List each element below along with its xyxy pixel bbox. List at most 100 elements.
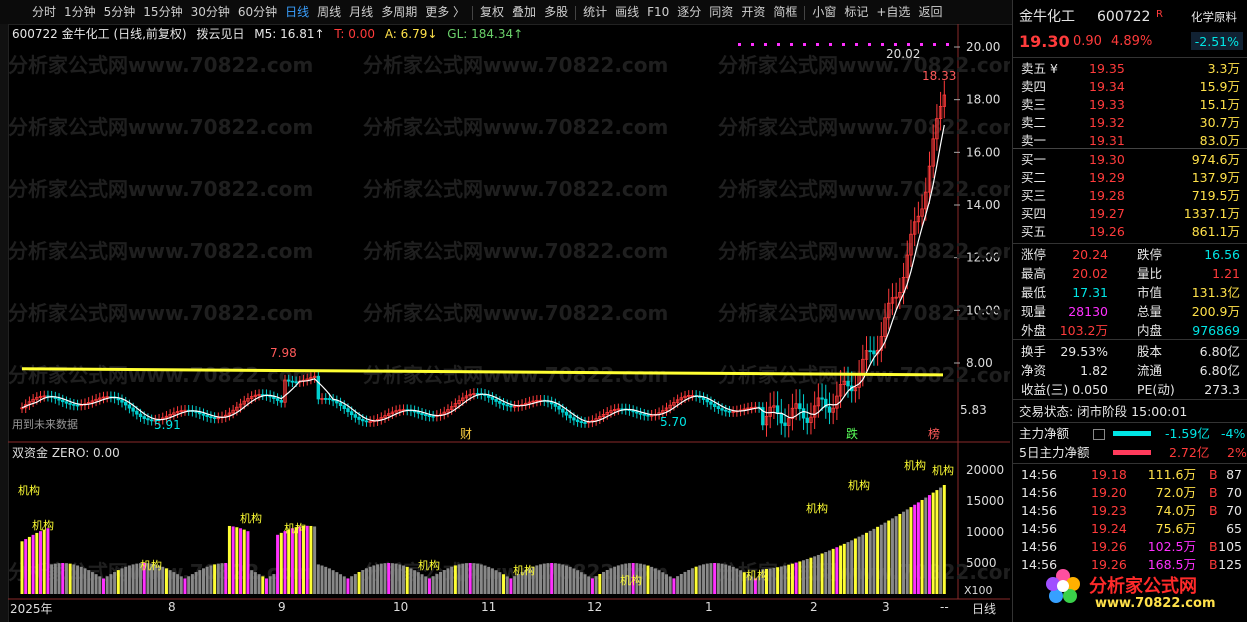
candle-body xyxy=(431,415,435,418)
volume-bar xyxy=(590,578,594,594)
toolbar-item[interactable]: 简框 xyxy=(769,0,801,24)
toolbar-item[interactable]: 画线 xyxy=(611,0,643,24)
volume-bar xyxy=(131,564,135,594)
volume-bar xyxy=(913,504,917,594)
volume-bar xyxy=(816,554,820,594)
candle-body xyxy=(279,400,283,403)
volume-bar xyxy=(316,564,320,594)
volume-bar xyxy=(605,570,609,594)
toolbar-item[interactable]: 逐分 xyxy=(673,0,705,24)
bid-level-label: 买四 xyxy=(1021,206,1047,221)
volume-bar xyxy=(931,492,935,594)
stat-value: 20.02 xyxy=(1072,266,1108,281)
x-axis-dashes: -- xyxy=(940,600,949,614)
volume-bar xyxy=(246,531,250,594)
volume-bar xyxy=(387,563,391,594)
volume-bar xyxy=(135,563,139,594)
volume-bar xyxy=(690,568,694,594)
toolbar-item[interactable]: 多周期 xyxy=(377,0,421,24)
toolbar-item[interactable]: 开资 xyxy=(737,0,769,24)
candle-body xyxy=(872,350,876,355)
toolbar-item[interactable]: 统计 xyxy=(579,0,611,24)
volume-bar xyxy=(550,563,554,594)
volume-bar xyxy=(379,563,383,594)
volume-bar xyxy=(483,565,487,594)
x-axis-label: 9 xyxy=(278,600,286,614)
volume-bar xyxy=(279,532,283,594)
main-flow-pct: -4% xyxy=(1221,426,1246,441)
candle-body xyxy=(575,419,580,422)
toolbar-item[interactable]: 多股 xyxy=(540,0,572,24)
volume-bar xyxy=(413,570,417,594)
toolbar-item[interactable]: 月线 xyxy=(345,0,377,24)
tick-time: 14:56 xyxy=(1021,521,1058,536)
kline-chart[interactable]: 20.0018.0016.0014.0012.0010.008.005.83分析… xyxy=(8,24,1010,622)
toolbar-item[interactable]: 复权 xyxy=(476,0,508,24)
stat-value: 103.2万 xyxy=(1059,323,1108,338)
toolbar-item[interactable]: 30分钟 xyxy=(187,0,234,24)
toolbar-item[interactable]: 同资 xyxy=(705,0,737,24)
volume-bar xyxy=(942,484,946,594)
volume-bar xyxy=(602,571,606,594)
toolbar-item[interactable]: 60分钟 xyxy=(234,0,281,24)
chart-info-line: 600722 金牛化工 (日线,前复权) 拨云见日 M5: 16.81↑ T: … xyxy=(12,25,529,43)
volume-bar xyxy=(883,522,887,594)
toolbar-item[interactable]: +自选 xyxy=(872,0,914,24)
toolbar-item[interactable]: 返回 xyxy=(914,0,946,24)
candle-body xyxy=(286,379,291,382)
candle-body xyxy=(505,404,509,407)
tick-volume: 75.6万 xyxy=(1155,521,1196,536)
candle-body xyxy=(487,395,491,398)
volume-bar xyxy=(39,531,43,594)
logo-text: 分析家公式网 xyxy=(1089,576,1197,597)
candle-body xyxy=(57,398,61,401)
last-price: 19.30 xyxy=(1019,32,1070,51)
watermark-text: 分析家公式网www.70822.com xyxy=(718,239,1010,263)
indicator-name[interactable]: 拨云见日 xyxy=(196,27,244,41)
watermark-text: 分析家公式网www.70822.com xyxy=(363,115,668,139)
volume-bar xyxy=(446,568,450,594)
candle-body xyxy=(275,398,280,401)
volume-bar xyxy=(498,572,502,594)
volume-bar xyxy=(76,565,80,594)
toolbar-item[interactable]: 标记 xyxy=(840,0,872,24)
candle-body xyxy=(353,414,358,418)
sector-name[interactable]: 化学原料 xyxy=(1191,8,1237,27)
toolbar-item[interactable]: 小窗 xyxy=(808,0,840,24)
stat-value: 1.82 xyxy=(1080,363,1108,378)
period-button[interactable]: 日线 xyxy=(972,600,996,617)
volume-bar xyxy=(876,526,880,594)
main-flow-toggle-icon[interactable] xyxy=(1093,429,1105,440)
ask-volume: 83.0万 xyxy=(1199,133,1240,148)
toolbar-item[interactable]: 1分钟 xyxy=(60,0,100,24)
candle-body xyxy=(724,409,728,412)
volume-bar xyxy=(250,570,254,594)
candle-body xyxy=(138,413,143,418)
toolbar-item[interactable]: 叠加 xyxy=(508,0,540,24)
volume-bar xyxy=(676,576,680,594)
toolbar-item[interactable]: 周线 xyxy=(313,0,345,24)
volume-bar xyxy=(79,566,83,594)
volume-bar xyxy=(342,576,346,594)
volume-bar xyxy=(535,565,539,594)
volume-bar xyxy=(31,534,35,594)
candle-body xyxy=(779,413,784,424)
bid-level-label: 买二 xyxy=(1021,170,1047,185)
signal-dot xyxy=(881,43,884,46)
toolbar-item[interactable]: 5分钟 xyxy=(100,0,140,24)
tick-count: 105 xyxy=(1218,539,1242,554)
tick-time: 14:56 xyxy=(1021,485,1058,500)
bid-price: 19.26 xyxy=(1089,224,1125,239)
candle-body xyxy=(364,420,369,423)
volume-bar xyxy=(846,542,850,594)
volume-bar xyxy=(790,563,794,594)
toolbar-item[interactable]: 分时 xyxy=(28,0,60,24)
candle-body xyxy=(61,399,65,403)
tick-time: 14:56 xyxy=(1021,539,1058,554)
toolbar-item[interactable]: 15分钟 xyxy=(139,0,186,24)
toolbar-item[interactable]: F10 xyxy=(643,0,673,24)
toolbar-item[interactable]: 更多 〉 xyxy=(421,0,469,24)
tick-time: 14:56 xyxy=(1021,467,1058,482)
toolbar-item[interactable]: 日线 xyxy=(281,0,313,24)
stat-label: 市值 xyxy=(1137,285,1163,300)
